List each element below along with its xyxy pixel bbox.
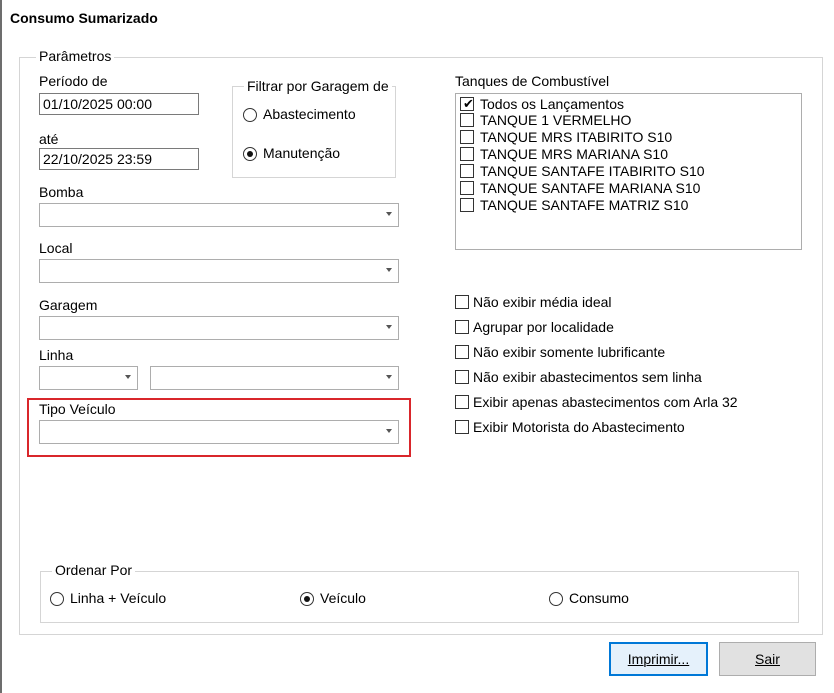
option-label: Não exibir abastecimentos sem linha xyxy=(473,369,702,385)
tipo-veiculo-combo[interactable] xyxy=(39,420,399,444)
tanque-checkbox[interactable] xyxy=(460,113,474,127)
local-label: Local xyxy=(39,240,73,256)
option-label: Não exibir somente lubrificante xyxy=(473,344,666,360)
window-left-border xyxy=(0,0,2,693)
radio-consumo[interactable] xyxy=(549,592,563,606)
sair-button[interactable]: Sair xyxy=(719,642,816,676)
radio-veiculo-label: Veículo xyxy=(320,590,366,606)
option-label: Exibir Motorista do Abastecimento xyxy=(473,419,685,435)
radio-abastecimento[interactable] xyxy=(243,108,257,122)
ate-label: até xyxy=(39,131,59,147)
tanque-item-label: Todos os Lançamentos xyxy=(480,96,624,112)
garagem-combo[interactable] xyxy=(39,316,399,340)
tanque-item-label: TANQUE SANTAFE ITABIRITO S10 xyxy=(480,163,705,179)
radio-abastecimento-label: Abastecimento xyxy=(263,106,356,122)
tanque-item-label: TANQUE MRS MARIANA S10 xyxy=(480,146,669,162)
tanque-checkbox[interactable] xyxy=(460,130,474,144)
radio-manutencao[interactable] xyxy=(243,147,257,161)
chevron-down-icon xyxy=(125,375,131,379)
radio-linha-veiculo-label: Linha + Veículo xyxy=(70,590,167,606)
chevron-down-icon xyxy=(386,212,392,216)
tanques-label: Tanques de Combustível xyxy=(455,73,610,89)
parametros-legend: Parâmetros xyxy=(36,48,115,64)
linha-label: Linha xyxy=(39,347,74,363)
bomba-label: Bomba xyxy=(39,184,84,200)
option-checkbox[interactable] xyxy=(455,320,469,334)
chevron-down-icon xyxy=(386,375,392,379)
tanque-checkbox[interactable]: ✔ xyxy=(460,97,474,111)
option-checkbox[interactable] xyxy=(455,395,469,409)
radio-linha-veiculo[interactable] xyxy=(50,592,64,606)
option-checkbox[interactable] xyxy=(455,345,469,359)
radio-manutencao-label: Manutenção xyxy=(263,145,341,161)
tipo-veiculo-label: Tipo Veículo xyxy=(39,401,116,417)
option-checkbox[interactable] xyxy=(455,420,469,434)
chevron-down-icon xyxy=(386,268,392,272)
ordenar-legend: Ordenar Por xyxy=(52,562,136,578)
filtrar-garagem-legend: Filtrar por Garagem de xyxy=(244,78,392,94)
window-title: Consumo Sumarizado xyxy=(10,10,158,26)
tanque-item-label: TANQUE 1 VERMELHO xyxy=(480,112,632,128)
radio-consumo-label: Consumo xyxy=(569,590,629,606)
filtrar-garagem-group xyxy=(232,86,396,178)
option-label: Não exibir média ideal xyxy=(473,294,612,310)
local-combo[interactable] xyxy=(39,259,399,283)
tanque-checkbox[interactable] xyxy=(460,164,474,178)
periodo-ate-field[interactable]: 22/10/2025 23:59 xyxy=(39,148,199,170)
option-checkbox[interactable] xyxy=(455,370,469,384)
periodo-label: Período de xyxy=(39,73,108,89)
checkmark-icon: ✔ xyxy=(463,96,474,111)
tanque-checkbox[interactable] xyxy=(460,198,474,212)
tanque-item-label: TANQUE MRS ITABIRITO S10 xyxy=(480,129,673,145)
option-label: Exibir apenas abastecimentos com Arla 32 xyxy=(473,394,738,410)
chevron-down-icon xyxy=(386,429,392,433)
option-label: Agrupar por localidade xyxy=(473,319,614,335)
bomba-combo[interactable] xyxy=(39,203,399,227)
linha-combo-2[interactable] xyxy=(150,366,399,390)
tanque-item-label: TANQUE SANTAFE MATRIZ S10 xyxy=(480,197,689,213)
tanque-item-label: TANQUE SANTAFE MARIANA S10 xyxy=(480,180,701,196)
garagem-label: Garagem xyxy=(39,297,98,313)
tanques-listbox[interactable]: ✔ Todos os Lançamentos TANQUE 1 VERMELHO… xyxy=(455,93,802,250)
option-checkbox[interactable] xyxy=(455,295,469,309)
tanque-checkbox[interactable] xyxy=(460,147,474,161)
linha-combo-1[interactable] xyxy=(39,366,138,390)
periodo-de-field[interactable]: 01/10/2025 00:00 xyxy=(39,93,199,115)
imprimir-button[interactable]: Imprimir... xyxy=(609,642,708,676)
radio-veiculo[interactable] xyxy=(300,592,314,606)
tanque-checkbox[interactable] xyxy=(460,181,474,195)
chevron-down-icon xyxy=(386,325,392,329)
